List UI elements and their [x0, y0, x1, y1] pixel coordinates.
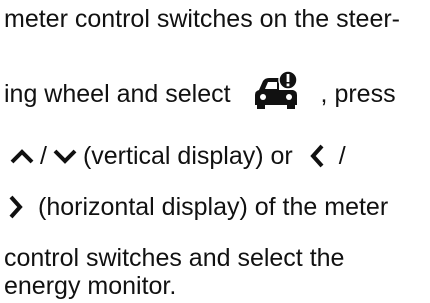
- line2-text-b: , press: [320, 80, 396, 108]
- line4-text: (horizontal display) of the meter: [38, 193, 389, 221]
- line2-text-a: ing wheel and select: [4, 80, 231, 108]
- line6-text: energy monitor.: [4, 272, 177, 300]
- text-line-4: (horizontal display) of the meter: [4, 192, 388, 222]
- text-line-5: control switches and select the: [4, 243, 344, 273]
- car-info-icon: [253, 71, 299, 109]
- line5-text: control switches and select the: [4, 244, 345, 272]
- line3-sep2: /: [338, 142, 346, 170]
- chevron-up-icon: [10, 148, 34, 164]
- chevron-right-icon: [8, 195, 24, 219]
- chevron-down-icon: [53, 148, 77, 164]
- line3-sep1: /: [40, 142, 47, 170]
- text-line-6: energy monitor.: [4, 271, 176, 301]
- text-line-2: ing wheel and select , press: [4, 71, 396, 113]
- chevron-left-icon: [309, 144, 325, 168]
- manual-page: meter control switches on the steer- ing…: [0, 0, 430, 303]
- text-line-3: / (vertical display) or /: [4, 141, 346, 171]
- line3-mid: (vertical display) or: [82, 142, 293, 170]
- line1-text: meter control switches on the steer-: [4, 5, 400, 33]
- text-line-1: meter control switches on the steer-: [4, 4, 400, 34]
